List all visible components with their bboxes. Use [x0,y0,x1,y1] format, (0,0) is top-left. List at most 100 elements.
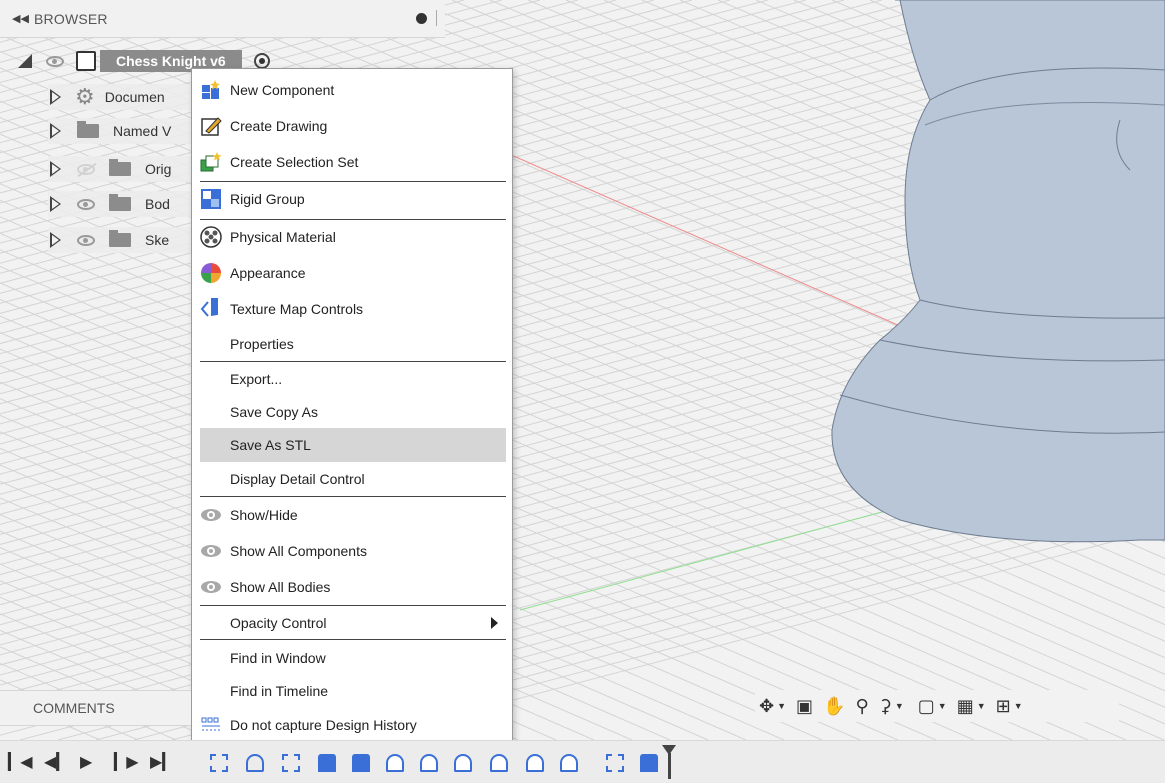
timeline-extrude-icon[interactable] [318,754,336,772]
eye-icon [200,540,222,562]
play-icon[interactable]: ▶ [80,755,92,771]
timeline-sketch-icon[interactable] [210,754,228,772]
menu-item-label: New Component [230,82,335,98]
timeline-sketch-icon[interactable] [282,754,300,772]
timeline-sketch-icon[interactable] [606,754,624,772]
look-at-icon[interactable]: ▣ [796,697,813,715]
menu-separator [200,639,506,640]
menu-item-save-copy-as[interactable]: Save Copy As [200,395,506,429]
visibility-eye-icon[interactable] [77,198,95,210]
menu-item-show-hide[interactable]: Show/Hide [200,498,506,532]
timeline-marker-stem[interactable] [668,753,671,779]
tree-item-bodies[interactable]: Bod [48,191,198,217]
timeline-extrude-icon[interactable] [640,754,658,772]
chevron-down-icon[interactable]: ▼ [1014,697,1023,715]
canvas-viewport[interactable] [0,0,1165,740]
tree-item-label: Orig [145,161,172,177]
navigation-toolbar: ✥ ▼ ▣ ✋ ⚲ ⚳ ▼ ▢ ▼ ▦ ▼ ⊞ ▼ [755,690,1119,722]
fit-zoom-icon[interactable]: ⚳ [879,697,892,715]
display-settings-icon[interactable]: ▢ [918,697,935,715]
tree-item-sketches[interactable]: Ske [48,227,198,253]
tree-item-label: Ske [145,232,170,248]
visibility-eye-icon[interactable] [46,55,64,67]
collapse-triangle-icon[interactable] [50,89,61,105]
expand-triangle-icon[interactable] [18,54,32,68]
zoom-icon[interactable]: ⚲ [855,697,868,715]
texture-map-icon [200,296,222,320]
menu-item-label: Find in Timeline [230,683,329,699]
menu-item-label: Texture Map Controls [230,301,364,317]
menu-item-show-all-bodies[interactable]: Show All Bodies [200,570,506,604]
timeline-fillet-icon[interactable] [526,754,544,772]
timeline-fillet-icon[interactable] [420,754,438,772]
menu-item-find-in-window[interactable]: Find in Window [200,641,506,675]
menu-item-new-component[interactable]: New Component [200,73,506,107]
grid-settings-icon[interactable]: ▦ [957,697,974,715]
chevron-down-icon[interactable]: ▼ [895,697,904,715]
hidden-eye-icon[interactable] [77,163,95,175]
menu-item-properties[interactable]: Properties [200,327,506,361]
go-to-start-icon[interactable]: ▎◀ [8,755,33,771]
collapse-triangle-icon[interactable] [50,196,61,212]
chevron-down-icon[interactable]: ▼ [977,697,986,715]
tree-item-document-settings[interactable]: ⚙ Documen [48,84,198,110]
collapse-panel-icon[interactable]: ◀◀ [12,12,29,25]
menu-item-texture-map-controls[interactable]: Texture Map Controls [200,292,506,326]
collapse-triangle-icon[interactable] [50,232,61,248]
menu-item-export[interactable]: Export... [200,362,506,396]
folder-icon [77,121,99,138]
menu-item-label: Export... [230,371,283,387]
menu-item-label: Create Selection Set [230,154,359,170]
collapse-triangle-icon[interactable] [50,123,61,139]
menu-item-find-in-timeline[interactable]: Find in Timeline [200,674,506,708]
activate-radio-icon[interactable] [253,53,270,69]
menu-item-show-all-components[interactable]: Show All Components [200,534,506,568]
menu-item-rigid-group[interactable]: Rigid Group [200,182,506,216]
menu-item-physical-material[interactable]: Physical Material [200,220,506,254]
menu-item-label: Find in Window [230,650,326,666]
timeline-fillet-icon[interactable] [454,754,472,772]
design-history-icon [200,714,222,736]
viewports-icon[interactable]: ⊞ [996,697,1011,715]
timeline-revolve-icon[interactable] [246,754,264,772]
step-forward-icon[interactable]: ▎▶ [114,755,139,771]
menu-item-label: Rigid Group [230,191,305,207]
submenu-arrow-icon [491,617,498,629]
step-back-icon[interactable]: ◀▎ [44,755,69,771]
menu-item-appearance[interactable]: Appearance [200,256,506,290]
menu-item-create-selection-set[interactable]: Create Selection Set [200,145,506,179]
timeline-fillet-icon[interactable] [560,754,578,772]
physical-material-icon [200,226,222,248]
timeline-fillet-icon[interactable] [490,754,508,772]
eye-icon [200,504,222,526]
tree-item-label: Bod [145,196,170,212]
menu-item-label: Show All Components [230,543,367,559]
orbit-icon[interactable]: ✥ [759,697,774,715]
comments-title: COMMENTS [33,700,115,716]
collapse-triangle-icon[interactable] [50,161,61,177]
menu-item-create-drawing[interactable]: Create Drawing [200,109,506,143]
timeline-extrude-icon[interactable] [352,754,370,772]
panel-grip-icon[interactable] [436,10,437,26]
menu-item-label: Properties [230,336,294,352]
tree-item-named-views[interactable]: Named V [48,118,198,144]
pan-hand-icon[interactable]: ✋ [823,697,845,715]
chevron-down-icon[interactable]: ▼ [938,697,947,715]
pin-icon[interactable] [416,13,427,24]
chevron-down-icon[interactable]: ▼ [777,697,786,715]
menu-item-label: Opacity Control [230,615,327,631]
gear-icon: ⚙ [75,84,95,109]
comments-panel-header[interactable]: COMMENTS [0,690,191,726]
browser-title: BROWSER [34,10,108,27]
menu-item-do-not-capture-design-history[interactable]: Do not capture Design History [200,708,506,742]
tree-item-origin[interactable]: Orig [48,156,198,182]
go-to-end-icon[interactable]: ▶▎ [150,755,175,771]
menu-item-opacity-control[interactable]: Opacity Control [200,606,506,640]
timeline-fillet-icon[interactable] [386,754,404,772]
menu-item-save-as-stl[interactable]: Save As STL [200,428,506,462]
visibility-eye-icon[interactable] [77,234,95,246]
menu-item-display-detail-control[interactable]: Display Detail Control [200,462,506,496]
menu-item-label: Show/Hide [230,507,298,523]
component-icon [76,51,96,71]
menu-item-label: Save Copy As [230,404,318,420]
